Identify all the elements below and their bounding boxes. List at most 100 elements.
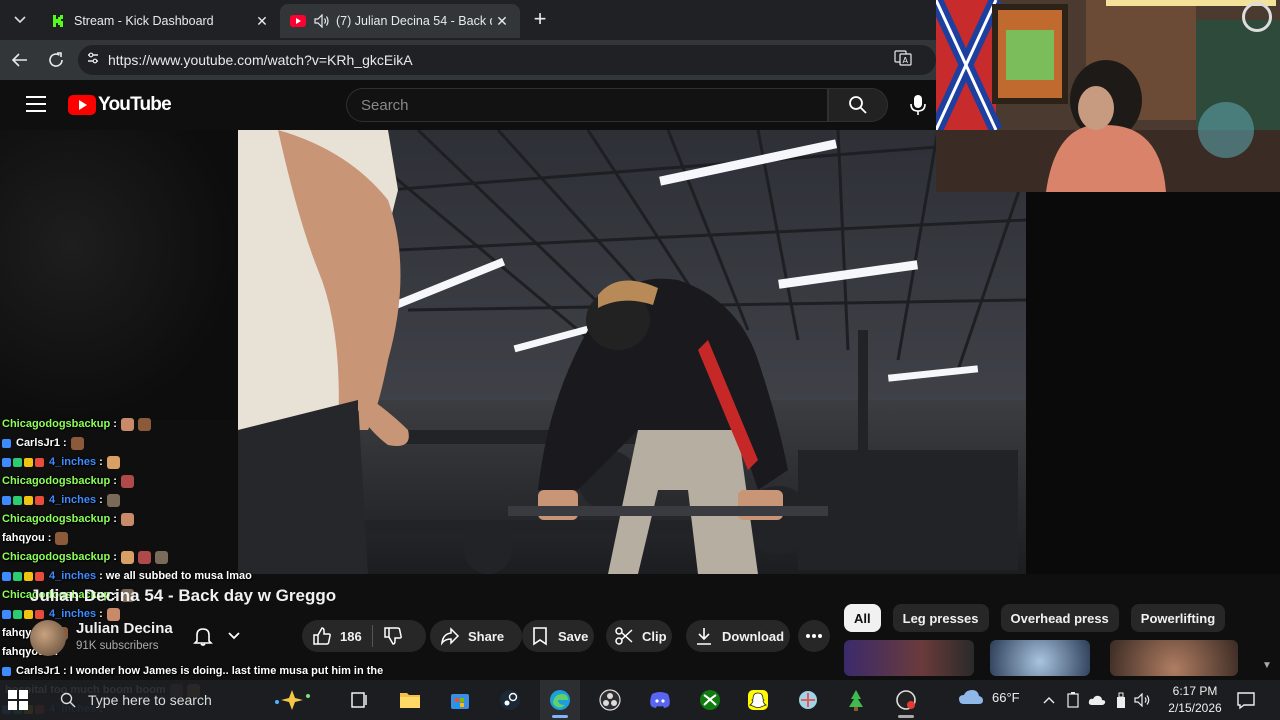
like-button[interactable] [312,626,332,646]
recording-app-icon[interactable] [894,688,918,712]
chevron-down-icon [14,16,26,24]
chat-text: we all subbed to musa lmao [105,570,252,582]
youtube-wordmark: YouTube [98,94,172,115]
chat-username[interactable]: 4_inches [49,494,96,506]
translate-icon[interactable]: A [894,49,918,72]
chat-username[interactable]: Chicagodogsbackup [2,513,110,525]
speaker-icon[interactable] [314,13,330,29]
chat-message: 4_inches: we all subbed to musa lmao [2,568,252,584]
chat-username[interactable]: Chicagodogsbackup [2,475,110,487]
chat-badge-icon [24,457,33,467]
chat-badge-icon [24,495,33,505]
address-bar[interactable]: https://www.youtube.com/watch?v=KRh_gkcE… [78,45,936,75]
chat-username[interactable]: Chicagodogsbackup [2,551,110,563]
background-area [0,130,238,420]
obs-icon[interactable] [598,688,622,712]
file-explorer-icon[interactable] [398,688,422,712]
chat-message: CarlsJr1: [2,435,84,451]
search-box [346,88,828,122]
more-actions-button[interactable] [798,620,830,652]
task-view-icon[interactable] [348,688,372,712]
video-thumbnail[interactable] [844,640,974,676]
filter-chip[interactable]: Powerlifting [1130,604,1226,632]
channel-name[interactable]: Julian Decina [76,620,173,637]
windows-start-button[interactable] [8,690,28,710]
chat-separator: : [99,570,103,582]
discord-icon[interactable] [648,688,672,712]
site-info-icon[interactable] [86,51,102,70]
kick-icon [50,13,66,29]
like-dislike-group: 186 [302,620,426,652]
chat-emote-icon [106,493,120,507]
reload-button[interactable] [44,48,68,72]
dislike-button[interactable] [383,626,403,646]
search-button[interactable] [828,88,888,122]
game-app-icon[interactable] [844,688,868,712]
bell-icon [193,628,213,646]
close-icon[interactable]: ✕ [492,13,512,30]
chat-username[interactable]: Chicagodogsbackup [2,418,110,430]
chevron-down-icon [228,632,240,640]
tab-kick-dashboard[interactable]: Stream - Kick Dashboard ✕ [40,4,280,38]
download-icon [694,626,714,646]
tab-youtube-video[interactable]: (7) Julian Decina 54 - Back day w Greggo… [280,4,520,38]
chat-username[interactable]: CarlsJr1 [16,437,60,449]
snapchat-icon[interactable] [746,688,770,712]
chat-message: CarlsJr1: I wonder how James is doing.. l… [2,663,383,679]
filter-chip[interactable]: Leg presses [892,604,989,632]
video-thumbnail[interactable] [1110,640,1238,676]
chevron-up-icon[interactable] [1040,690,1058,710]
taskbar-search[interactable]: Type here to search [48,684,330,716]
chat-username[interactable]: 4_inches [49,570,96,582]
chat-username[interactable]: fahqyou [2,532,45,544]
chat-badge-icon [2,495,11,505]
battery-meter-icon[interactable] [1064,690,1082,710]
new-tab-button[interactable]: + [528,8,552,32]
microsoft-store-icon[interactable] [448,688,472,712]
channel-avatar[interactable] [30,620,66,656]
edge-browser-icon[interactable] [548,688,572,712]
chat-badge-icon [2,438,11,448]
chat-username[interactable]: 4_inches [49,456,96,468]
xbox-icon[interactable] [698,688,722,712]
like-count: 186 [340,628,362,644]
close-icon[interactable]: ✕ [252,13,272,30]
onedrive-icon[interactable] [1088,690,1106,710]
voice-search-button[interactable] [900,88,936,122]
search-input[interactable] [347,89,827,121]
video-thumbnail[interactable] [990,640,1090,676]
stream-chat-overlay: Chicagodogsbackup: CarlsJr1:4_inches: Chic… [2,416,383,720]
share-button[interactable]: Share [430,620,522,652]
back-button[interactable] [8,48,32,72]
filter-chip[interactable]: All [844,604,881,632]
chat-badge-icon [35,571,44,581]
system-clock[interactable]: 6:17 PM 2/15/2026 [1160,683,1230,717]
youtube-logo[interactable]: YouTube [68,94,172,116]
windows-logo-icon [8,690,28,710]
clip-button[interactable]: Clip [606,620,672,652]
usb-device-icon[interactable] [1112,690,1130,710]
game-app-icon[interactable] [796,688,820,712]
chat-separator: : [47,532,52,544]
menu-icon[interactable] [26,96,46,114]
steam-icon[interactable] [498,688,522,712]
browser-tabstrip: Stream - Kick Dashboard ✕ (7) Julian Dec… [0,0,936,40]
scissors-icon [614,626,634,646]
chat-emote-icon [120,550,134,564]
volume-icon[interactable] [1134,690,1152,710]
chat-emote-icon [106,455,120,469]
save-button[interactable]: Save [522,620,594,652]
filter-chip[interactable]: Overhead press [1000,604,1119,632]
chat-badge-icon [13,457,22,467]
divider [371,625,373,647]
notification-bell-button[interactable] [186,620,248,652]
chat-message: Chicagodogsbackup: [2,473,134,489]
chat-username[interactable]: 4_inches [49,608,96,620]
weather-widget[interactable]: 66°F [958,688,1020,706]
scroll-down-icon[interactable]: ▼ [1262,660,1274,672]
download-button[interactable]: Download [686,620,790,652]
background-area [1026,192,1280,574]
chat-username[interactable]: CarlsJr1 [16,665,60,677]
notification-center-icon[interactable] [1236,690,1256,710]
tab-search-button[interactable] [6,8,34,32]
